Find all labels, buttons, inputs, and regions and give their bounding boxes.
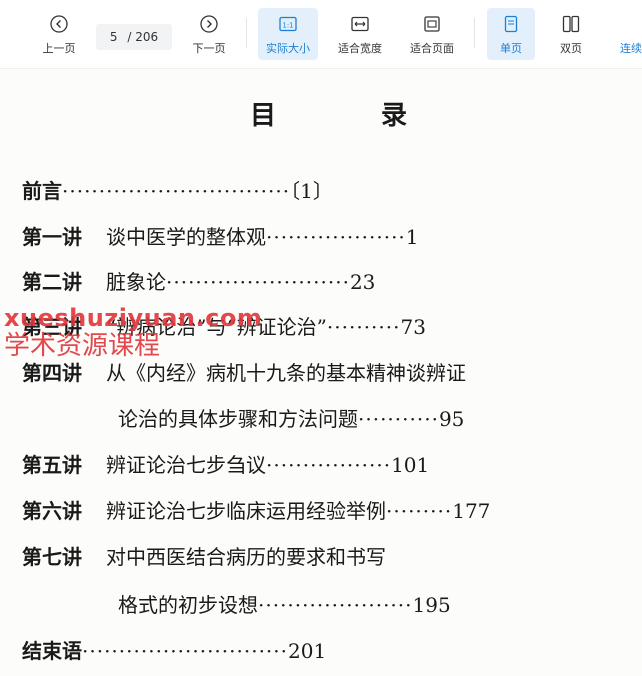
prev-page-label: 上一页 xyxy=(42,42,76,55)
actual-size-icon: 1:1 xyxy=(258,14,318,36)
toc-entry[interactable]: 第七讲 对中西医结合病历的要求和书写 xyxy=(22,541,386,570)
toc-chapter: 第七讲 xyxy=(22,545,82,569)
toc-page-number: 73 xyxy=(400,315,426,339)
toc-entry-title: 从《内经》病机十九条的基本精神谈辨证 xyxy=(106,361,466,385)
fit-width-icon xyxy=(330,14,390,36)
toc-dots: ·········· xyxy=(326,315,401,339)
actual-size-label: 实际大小 xyxy=(266,42,310,55)
toc-entry[interactable]: 结束语····························201 xyxy=(22,635,326,664)
continuous-icon xyxy=(620,14,642,36)
chevron-left-circle-icon xyxy=(30,14,88,36)
toc-entry[interactable]: 第六讲 辨证论治七步临床运用经验举例·········177 xyxy=(22,495,490,524)
toc-dots: ··········· xyxy=(358,407,439,431)
fit-width-button[interactable]: 适合宽度 xyxy=(330,8,390,60)
toc-entry-title: 论治的具体步骤和方法问题 xyxy=(118,407,358,431)
toc-dots: ········· xyxy=(386,499,453,523)
watermark: xueshuziyuan.com 学术资源课程 xyxy=(4,305,262,361)
fit-page-icon xyxy=(402,14,462,36)
chevron-right-circle-icon xyxy=(180,14,238,36)
current-page-input[interactable]: 5 xyxy=(110,24,118,50)
toc-page-number: 〔1〕 xyxy=(290,179,333,203)
prev-page-button[interactable]: 上一页 xyxy=(30,8,88,60)
toc-page-number: 177 xyxy=(452,499,491,523)
single-page-icon xyxy=(487,14,535,36)
toc-entry[interactable]: 第二讲 脏象论·························23 xyxy=(22,266,375,295)
fit-width-label: 适合宽度 xyxy=(338,42,382,55)
toc-dots: ······························· xyxy=(62,179,291,203)
fit-page-button[interactable]: 适合页面 xyxy=(402,8,462,60)
toc-entry-continuation[interactable]: 论治的具体步骤和方法问题···········95 xyxy=(118,403,464,432)
toc-dots: ····················· xyxy=(258,593,413,617)
toc-page-number: 195 xyxy=(412,593,451,617)
toc-entry-title: 谈中医学的整体观 xyxy=(106,225,266,249)
actual-size-button[interactable]: 1:1 实际大小 xyxy=(258,8,318,60)
toc-chapter: 第五讲 xyxy=(22,453,82,477)
toolbar-separator xyxy=(474,18,475,48)
toc-dots: ··················· xyxy=(266,225,406,249)
toc-entry-title: 辨证论治七步刍议 xyxy=(106,453,266,477)
fit-page-label: 适合页面 xyxy=(410,42,454,55)
toc-chapter: 第二讲 xyxy=(22,270,82,294)
toolbar: 上一页 5 / 206 下一页 1:1 实际大小 适合宽度 适合页面 单页 双页… xyxy=(0,0,642,69)
toc-page-number: 101 xyxy=(391,453,430,477)
watermark-url: xueshuziyuan.com xyxy=(4,304,263,332)
next-page-button[interactable]: 下一页 xyxy=(180,8,238,60)
toc-entry-title: 对中西医结合病历的要求和书写 xyxy=(106,545,386,569)
continuous-button[interactable]: 连续 xyxy=(620,8,642,60)
total-pages: / 206 xyxy=(127,30,159,44)
toc-entry-title: 辨证论治七步临床运用经验举例 xyxy=(106,499,386,523)
svg-text:1:1: 1:1 xyxy=(282,22,293,30)
document-page: 目 录 前言·······························〔1〕… xyxy=(0,69,642,676)
toc-dots: ················· xyxy=(266,453,392,477)
watermark-text: 学术资源课程 xyxy=(4,331,161,361)
toc-chapter: 第四讲 xyxy=(22,361,82,385)
page-number-box[interactable]: 5 / 206 xyxy=(96,24,172,50)
toc-page-number: 23 xyxy=(349,270,376,294)
toc-page-number: 1 xyxy=(405,225,419,249)
continuous-label: 连续 xyxy=(620,42,642,55)
toc-dots: ···························· xyxy=(82,639,289,663)
toc-chapter: 第一讲 xyxy=(22,225,82,249)
next-page-label: 下一页 xyxy=(192,42,226,55)
toc-dots: ························· xyxy=(166,270,350,294)
toc-title: 目 录 xyxy=(250,101,456,131)
toc-entry[interactable]: 第一讲 谈中医学的整体观···················1 xyxy=(22,221,419,250)
toolbar-separator xyxy=(246,18,247,48)
toc-chapter: 结束语 xyxy=(22,639,82,663)
toc-chapter: 前言 xyxy=(22,179,62,203)
toc-entry-title: 脏象论 xyxy=(106,270,166,294)
toc-entry-title: 格式的初步设想 xyxy=(118,593,258,617)
double-page-icon xyxy=(547,14,595,36)
double-page-label: 双页 xyxy=(560,42,582,55)
toc-chapter: 第六讲 xyxy=(22,499,82,523)
toc-entry-continuation[interactable]: 格式的初步设想·····················195 xyxy=(118,589,451,618)
single-page-button[interactable]: 单页 xyxy=(487,8,535,60)
toc-entry[interactable]: 第四讲 从《内经》病机十九条的基本精神谈辨证 xyxy=(22,357,466,386)
toc-page-number: 201 xyxy=(288,639,327,663)
toc-page-number: 95 xyxy=(438,407,465,431)
toc-entry[interactable]: 第五讲 辨证论治七步刍议·················101 xyxy=(22,449,429,478)
double-page-button[interactable]: 双页 xyxy=(547,8,595,60)
toc-entry[interactable]: 前言·······························〔1〕 xyxy=(22,175,333,204)
single-page-label: 单页 xyxy=(500,42,522,55)
